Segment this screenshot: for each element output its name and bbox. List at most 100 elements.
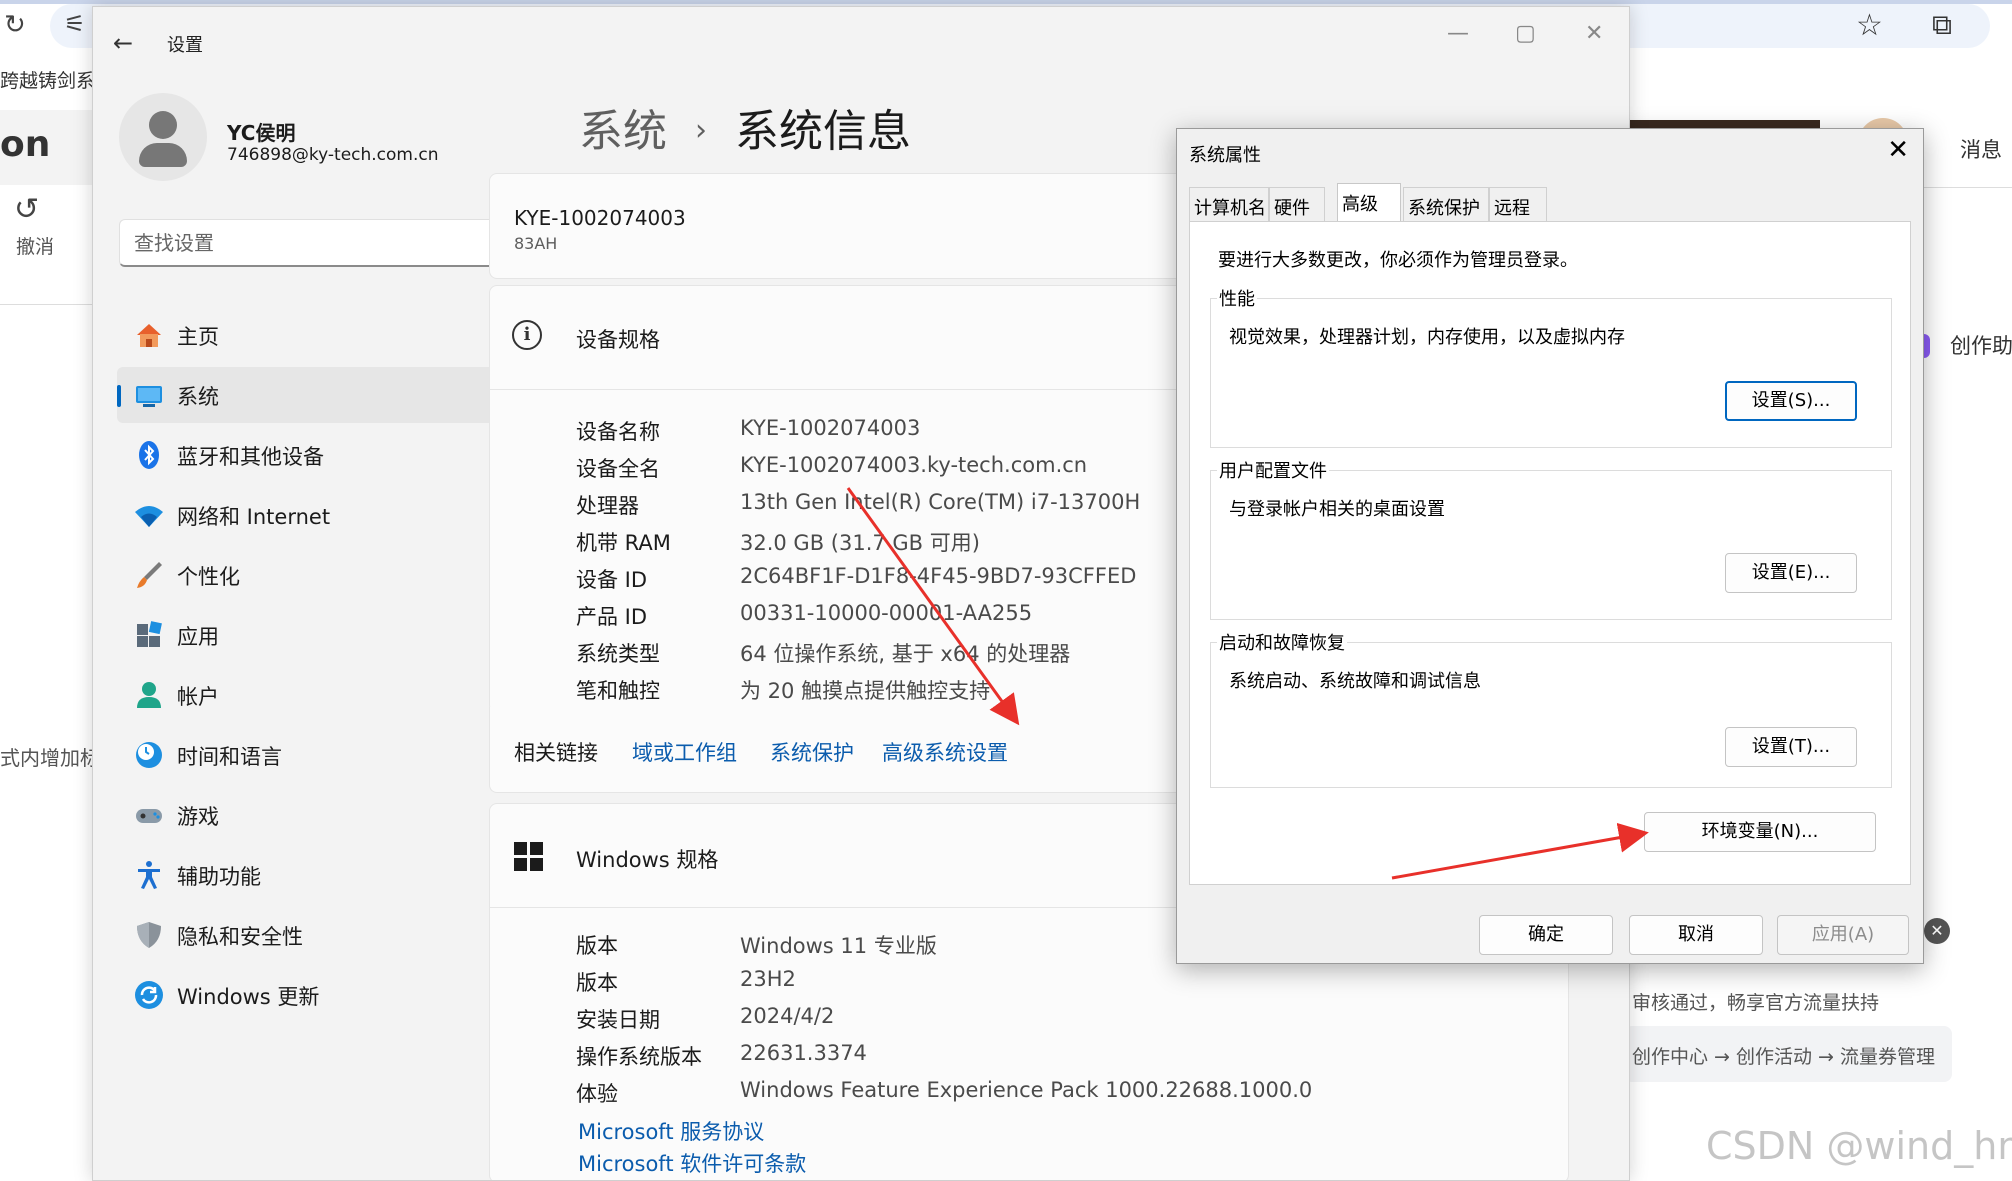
sidebar-item-windows-update[interactable]: Windows 更新	[117, 967, 537, 1023]
spec-key: 设备 ID	[576, 568, 648, 592]
sidebar-item-network[interactable]: 网络和 Internet	[117, 487, 537, 543]
window-close-icon[interactable]: ✕	[1585, 21, 1603, 46]
time-language-icon	[136, 742, 162, 768]
close-icon[interactable]: ✕	[1924, 918, 1950, 944]
performance-settings-button[interactable]: 设置(S)...	[1725, 381, 1857, 421]
user-profiles-group: 用户配置文件 与登录帐户相关的桌面设置 设置(E)...	[1210, 457, 1892, 620]
reload-icon[interactable]: ↻	[4, 10, 26, 40]
spec-key: 安装日期	[576, 1008, 660, 1032]
advanced-tab-panel: 要进行大多数更改，你必须作为管理员登录。 性能 视觉效果，处理器计划，内存使用，…	[1189, 221, 1911, 885]
spec-key: 操作系统版本	[576, 1045, 702, 1069]
sidebar-item-privacy[interactable]: 隐私和安全性	[117, 907, 537, 963]
search-box[interactable]: ⌕	[119, 219, 535, 267]
sidebar-item-label: 蓝牙和其他设备	[177, 445, 324, 469]
messages-link[interactable]: 消息	[1960, 134, 2002, 164]
apply-button[interactable]: 应用(A)	[1777, 915, 1909, 955]
breadcrumb-parent[interactable]: 系统	[579, 106, 667, 157]
extensions-icon[interactable]: ⧉	[1932, 8, 1952, 42]
startup-recovery-settings-button[interactable]: 设置(T)...	[1725, 727, 1857, 767]
sidebar-item-home[interactable]: 主页	[117, 307, 537, 363]
windows-specs-title: Windows 规格	[576, 848, 719, 872]
update-icon	[135, 981, 163, 1009]
spec-value: 2024/4/2	[740, 1004, 835, 1028]
sidebar-item-time-language[interactable]: 时间和语言	[117, 727, 537, 783]
spec-key: 设备名称	[576, 420, 660, 444]
shield-icon	[137, 922, 161, 948]
spec-key: 笔和触控	[576, 679, 660, 703]
chevron-right-icon: ›	[695, 113, 707, 148]
sidebar-item-personalization[interactable]: 个性化	[117, 547, 537, 603]
startup-recovery-group: 启动和故障恢复 系统启动、系统故障和调试信息 设置(T)...	[1210, 629, 1892, 788]
service-agreement-link[interactable]: Microsoft 服务协议	[578, 1116, 764, 1146]
spec-value: 22631.3374	[740, 1041, 867, 1065]
dialog-title: 系统属性	[1189, 145, 1261, 166]
tab-system-protection[interactable]: 系统保护	[1403, 187, 1489, 221]
maximize-icon[interactable]: ▢	[1515, 21, 1536, 46]
profile-email: 746898@ky-tech.com.cn	[227, 145, 439, 165]
windows-logo-icon	[514, 842, 544, 872]
sidebar-item-label: 帐户	[177, 685, 219, 709]
site-settings-icon[interactable]: ⚟	[64, 10, 86, 38]
browser-tab[interactable]: 跨越铸剑系	[0, 66, 92, 93]
undo-label[interactable]: 撤消	[16, 232, 54, 259]
admin-note: 要进行大多数更改，你必须作为管理员登录。	[1218, 250, 1578, 271]
environment-variables-button[interactable]: 环境变量(N)...	[1644, 812, 1876, 852]
cancel-button[interactable]: 取消	[1629, 915, 1763, 955]
tab-remote[interactable]: 远程	[1489, 187, 1547, 221]
apps-icon	[137, 621, 162, 647]
gaming-icon	[136, 809, 162, 823]
sidebar-item-apps[interactable]: 应用	[117, 607, 537, 663]
tab-advanced[interactable]: 高级	[1337, 183, 1401, 221]
sidebar-item-label: 游戏	[177, 805, 219, 829]
sidebar-item-accessibility[interactable]: 辅助功能	[117, 847, 537, 903]
title-bar: ← 设置 — ▢ ✕	[93, 7, 1629, 77]
system-icon	[136, 386, 162, 407]
system-protection-link[interactable]: 系统保护	[770, 737, 854, 767]
spec-value: 64 位操作系统, 基于 x64 的处理器	[740, 642, 1071, 666]
ok-button[interactable]: 确定	[1479, 915, 1613, 955]
license-terms-link[interactable]: Microsoft 软件许可条款	[578, 1148, 806, 1178]
avatar[interactable]	[119, 93, 207, 181]
creator-assistant-link[interactable]: 创作助	[1950, 330, 2012, 360]
performance-desc: 视觉效果，处理器计划，内存使用，以及虚拟内存	[1229, 327, 1625, 348]
spec-value: KYE-1002074003.ky-tech.com.cn	[740, 453, 1088, 477]
startup-recovery-label: 启动和故障恢复	[1217, 629, 1347, 655]
sidebar-item-gaming[interactable]: 游戏	[117, 787, 537, 843]
editor-left-text: 式内增加标题	[0, 746, 92, 770]
related-links-label: 相关链接	[514, 741, 598, 765]
sidebar-item-label: 应用	[177, 625, 219, 649]
page-title: 系统信息	[735, 106, 911, 157]
home-icon	[137, 324, 161, 347]
advanced-system-settings-link[interactable]: 高级系统设置	[882, 737, 1008, 767]
spec-value: Windows 11 专业版	[740, 934, 937, 958]
sidebar-item-label: 个性化	[177, 565, 240, 589]
spec-key: 机带 RAM	[576, 531, 671, 555]
spec-value: KYE-1002074003	[740, 416, 921, 440]
tab-computer-name[interactable]: 计算机名	[1189, 187, 1269, 221]
user-profiles-settings-button[interactable]: 设置(E)...	[1725, 553, 1857, 593]
search-input[interactable]	[134, 228, 474, 258]
minimize-icon[interactable]: —	[1447, 21, 1469, 46]
spec-key: 系统类型	[576, 642, 660, 666]
sidebar-item-accounts[interactable]: 帐户	[117, 667, 537, 723]
domain-workgroup-link[interactable]: 域或工作组	[632, 737, 737, 767]
spec-value: 13th Gen Intel(R) Core(TM) i7-13700H	[740, 490, 1141, 514]
back-arrow-icon[interactable]: ←	[113, 29, 133, 57]
sidebar-item-system[interactable]: 系统	[117, 367, 537, 423]
sidebar-item-label: 辅助功能	[177, 865, 261, 889]
sidebar-nav: 主页 系统 蓝牙和其他设备 网络和 Internet 个性化 应用 帐户 时间和…	[117, 307, 537, 1027]
spec-key: 处理器	[576, 494, 639, 518]
bookmark-star-icon[interactable]: ☆	[1856, 8, 1883, 43]
close-icon[interactable]: ✕	[1887, 135, 1909, 165]
spec-key: 版本	[576, 971, 618, 995]
accessibility-icon	[138, 861, 160, 889]
undo-icon[interactable]: ↺	[14, 192, 39, 227]
info-icon: i	[512, 320, 542, 350]
bluetooth-icon	[139, 441, 159, 469]
performance-group: 性能 视觉效果，处理器计划，内存使用，以及虚拟内存 设置(S)...	[1210, 285, 1892, 448]
tab-hardware[interactable]: 硬件	[1269, 187, 1325, 221]
app-title: 设置	[167, 35, 203, 56]
spec-value: Windows Feature Experience Pack 1000.226…	[740, 1078, 1313, 1102]
account-icon	[137, 682, 161, 708]
sidebar-item-bluetooth[interactable]: 蓝牙和其他设备	[117, 427, 537, 483]
